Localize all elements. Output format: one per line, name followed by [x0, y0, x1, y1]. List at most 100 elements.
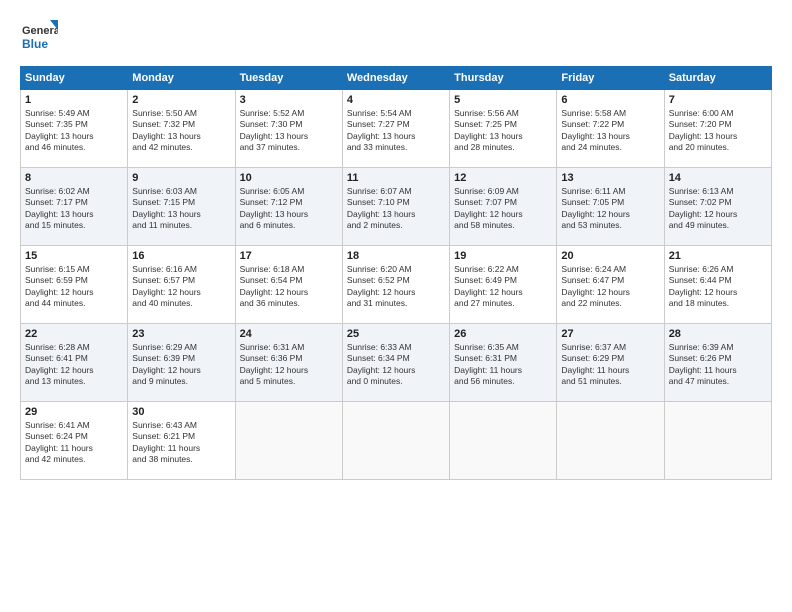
weekday-header-monday: Monday — [128, 67, 235, 90]
day-number: 22 — [25, 328, 123, 340]
calendar-cell: 11 Sunrise: 6:07 AMSunset: 7:10 PMDayligh… — [342, 168, 449, 246]
calendar-cell: 26 Sunrise: 6:35 AMSunset: 6:31 PMDayligh… — [450, 324, 557, 402]
calendar-cell — [342, 402, 449, 480]
cell-info: Sunrise: 6:16 AMSunset: 6:57 PMDaylight:… — [132, 264, 230, 310]
calendar-cell: 8 Sunrise: 6:02 AMSunset: 7:17 PMDaylight… — [21, 168, 128, 246]
calendar-cell: 21 Sunrise: 6:26 AMSunset: 6:44 PMDayligh… — [664, 246, 771, 324]
cell-info: Sunrise: 6:26 AMSunset: 6:44 PMDaylight:… — [669, 264, 767, 310]
cell-info: Sunrise: 6:28 AMSunset: 6:41 PMDaylight:… — [25, 342, 123, 388]
day-number: 1 — [25, 94, 123, 106]
calendar-cell: 12 Sunrise: 6:09 AMSunset: 7:07 PMDayligh… — [450, 168, 557, 246]
day-number: 3 — [240, 94, 338, 106]
day-number: 24 — [240, 328, 338, 340]
calendar-week-3: 15Sunrise: 6:15 AMSunset: 6:59 PMDayligh… — [21, 246, 772, 324]
day-number: 21 — [669, 250, 767, 262]
cell-info: Sunrise: 6:39 AMSunset: 6:26 PMDaylight:… — [669, 342, 767, 388]
day-number: 6 — [561, 94, 659, 106]
svg-text:General: General — [22, 25, 58, 37]
weekday-header-sunday: Sunday — [21, 67, 128, 90]
calendar-cell: 27 Sunrise: 6:37 AMSunset: 6:29 PMDayligh… — [557, 324, 664, 402]
day-number: 10 — [240, 172, 338, 184]
calendar-table: SundayMondayTuesdayWednesdayThursdayFrid… — [20, 66, 772, 480]
calendar-cell: 7 Sunrise: 6:00 AMSunset: 7:20 PMDaylight… — [664, 90, 771, 168]
calendar-header-row: SundayMondayTuesdayWednesdayThursdayFrid… — [21, 67, 772, 90]
day-number: 7 — [669, 94, 767, 106]
cell-info: Sunrise: 6:15 AMSunset: 6:59 PMDaylight:… — [25, 264, 123, 310]
cell-info: Sunrise: 6:41 AMSunset: 6:24 PMDaylight:… — [25, 420, 123, 466]
day-number: 13 — [561, 172, 659, 184]
calendar-cell: 19 Sunrise: 6:22 AMSunset: 6:49 PMDayligh… — [450, 246, 557, 324]
day-number: 14 — [669, 172, 767, 184]
cell-info: Sunrise: 6:29 AMSunset: 6:39 PMDaylight:… — [132, 342, 230, 388]
svg-text:Blue: Blue — [22, 37, 48, 51]
calendar-cell: 25Sunrise: 6:33 AMSunset: 6:34 PMDayligh… — [342, 324, 449, 402]
calendar-cell: 2 Sunrise: 5:50 AMSunset: 7:32 PMDaylight… — [128, 90, 235, 168]
day-number: 27 — [561, 328, 659, 340]
day-number: 29 — [25, 406, 123, 418]
calendar-cell: 29 Sunrise: 6:41 AMSunset: 6:24 PMDayligh… — [21, 402, 128, 480]
page-header: General Blue — [20, 18, 772, 56]
calendar-cell: 20 Sunrise: 6:24 AMSunset: 6:47 PMDayligh… — [557, 246, 664, 324]
cell-info: Sunrise: 6:13 AMSunset: 7:02 PMDaylight:… — [669, 186, 767, 232]
day-number: 23 — [132, 328, 230, 340]
calendar-cell: 10 Sunrise: 6:05 AMSunset: 7:12 PMDayligh… — [235, 168, 342, 246]
calendar-week-2: 8 Sunrise: 6:02 AMSunset: 7:17 PMDaylight… — [21, 168, 772, 246]
calendar-cell: 1 Sunrise: 5:49 AMSunset: 7:35 PMDaylight… — [21, 90, 128, 168]
calendar-cell: 6 Sunrise: 5:58 AMSunset: 7:22 PMDaylight… — [557, 90, 664, 168]
calendar-cell: 14 Sunrise: 6:13 AMSunset: 7:02 PMDayligh… — [664, 168, 771, 246]
calendar-cell: 24 Sunrise: 6:31 AMSunset: 6:36 PMDayligh… — [235, 324, 342, 402]
cell-info: Sunrise: 5:54 AMSunset: 7:27 PMDaylight:… — [347, 108, 445, 154]
calendar-cell — [235, 402, 342, 480]
day-number: 4 — [347, 94, 445, 106]
calendar-cell: 9 Sunrise: 6:03 AMSunset: 7:15 PMDaylight… — [128, 168, 235, 246]
calendar-cell: 22 Sunrise: 6:28 AMSunset: 6:41 PMDayligh… — [21, 324, 128, 402]
cell-info: Sunrise: 6:24 AMSunset: 6:47 PMDaylight:… — [561, 264, 659, 310]
cell-info: Sunrise: 5:58 AMSunset: 7:22 PMDaylight:… — [561, 108, 659, 154]
cell-info: Sunrise: 6:35 AMSunset: 6:31 PMDaylight:… — [454, 342, 552, 388]
day-number: 16 — [132, 250, 230, 262]
cell-info: Sunrise: 6:00 AMSunset: 7:20 PMDaylight:… — [669, 108, 767, 154]
calendar-cell: 16 Sunrise: 6:16 AMSunset: 6:57 PMDayligh… — [128, 246, 235, 324]
weekday-header-saturday: Saturday — [664, 67, 771, 90]
cell-info: Sunrise: 6:22 AMSunset: 6:49 PMDaylight:… — [454, 264, 552, 310]
cell-info: Sunrise: 6:07 AMSunset: 7:10 PMDaylight:… — [347, 186, 445, 232]
cell-info: Sunrise: 6:05 AMSunset: 7:12 PMDaylight:… — [240, 186, 338, 232]
day-number: 17 — [240, 250, 338, 262]
cell-info: Sunrise: 5:50 AMSunset: 7:32 PMDaylight:… — [132, 108, 230, 154]
day-number: 28 — [669, 328, 767, 340]
calendar-cell: 23 Sunrise: 6:29 AMSunset: 6:39 PMDayligh… — [128, 324, 235, 402]
calendar-cell — [664, 402, 771, 480]
day-number: 11 — [347, 172, 445, 184]
cell-info: Sunrise: 6:09 AMSunset: 7:07 PMDaylight:… — [454, 186, 552, 232]
day-number: 26 — [454, 328, 552, 340]
calendar-cell: 4 Sunrise: 5:54 AMSunset: 7:27 PMDaylight… — [342, 90, 449, 168]
weekday-header-thursday: Thursday — [450, 67, 557, 90]
day-number: 8 — [25, 172, 123, 184]
cell-info: Sunrise: 6:31 AMSunset: 6:36 PMDaylight:… — [240, 342, 338, 388]
calendar-cell: 15Sunrise: 6:15 AMSunset: 6:59 PMDayligh… — [21, 246, 128, 324]
cell-info: Sunrise: 6:11 AMSunset: 7:05 PMDaylight:… — [561, 186, 659, 232]
day-number: 2 — [132, 94, 230, 106]
logo: General Blue — [20, 18, 58, 56]
cell-info: Sunrise: 6:02 AMSunset: 7:17 PMDaylight:… — [25, 186, 123, 232]
calendar-week-5: 29 Sunrise: 6:41 AMSunset: 6:24 PMDayligh… — [21, 402, 772, 480]
cell-info: Sunrise: 6:37 AMSunset: 6:29 PMDaylight:… — [561, 342, 659, 388]
cell-info: Sunrise: 6:20 AMSunset: 6:52 PMDaylight:… — [347, 264, 445, 310]
cell-info: Sunrise: 5:49 AMSunset: 7:35 PMDaylight:… — [25, 108, 123, 154]
cell-info: Sunrise: 6:03 AMSunset: 7:15 PMDaylight:… — [132, 186, 230, 232]
calendar-cell — [450, 402, 557, 480]
day-number: 20 — [561, 250, 659, 262]
day-number: 30 — [132, 406, 230, 418]
weekday-header-wednesday: Wednesday — [342, 67, 449, 90]
day-number: 5 — [454, 94, 552, 106]
day-number: 19 — [454, 250, 552, 262]
calendar-week-1: 1 Sunrise: 5:49 AMSunset: 7:35 PMDaylight… — [21, 90, 772, 168]
calendar-cell: 17Sunrise: 6:18 AMSunset: 6:54 PMDayligh… — [235, 246, 342, 324]
cell-info: Sunrise: 6:43 AMSunset: 6:21 PMDaylight:… — [132, 420, 230, 466]
day-number: 9 — [132, 172, 230, 184]
calendar-cell: 18Sunrise: 6:20 AMSunset: 6:52 PMDayligh… — [342, 246, 449, 324]
calendar-cell — [557, 402, 664, 480]
calendar-cell: 13 Sunrise: 6:11 AMSunset: 7:05 PMDayligh… — [557, 168, 664, 246]
cell-info: Sunrise: 5:52 AMSunset: 7:30 PMDaylight:… — [240, 108, 338, 154]
day-number: 12 — [454, 172, 552, 184]
